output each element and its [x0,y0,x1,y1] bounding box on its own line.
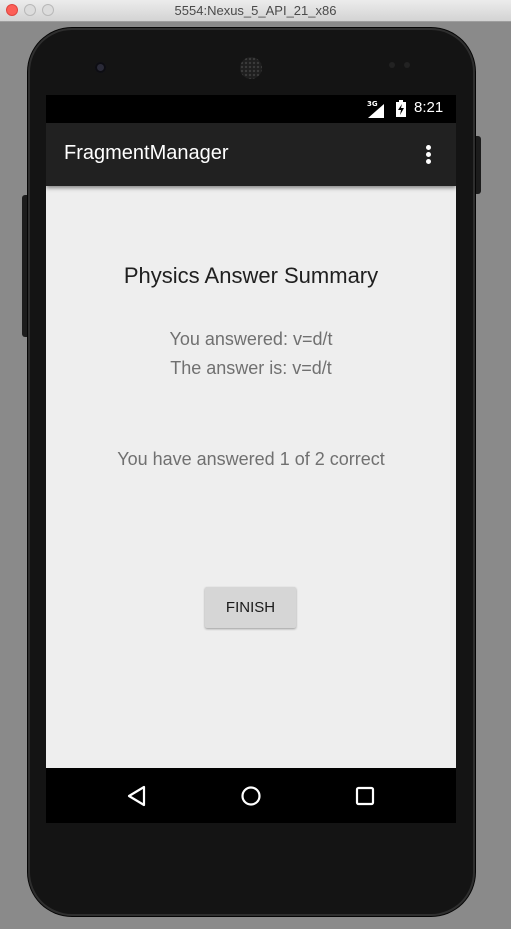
app-title: FragmentManager [64,142,229,164]
more-vert-icon[interactable] [420,144,438,166]
status-time: 8:21 [414,99,444,116]
navigation-bar [46,768,456,823]
status-bar: 3G 8:21 [46,95,456,123]
power-button[interactable] [474,136,481,194]
summary-title: Physics Answer Summary [123,263,379,288]
window-title: 5554:Nexus_5_API_21_x86 [174,3,337,18]
device-screen: 3G 8:21 FragmentManager Physics Answer S… [46,95,456,823]
recents-icon[interactable] [354,785,376,807]
score-text: You have answered 1 of 2 correct [117,449,385,469]
finish-button[interactable]: FINISH [205,587,296,628]
cell-signal-icon: 3G [366,100,388,118]
battery-charging-icon [396,100,406,117]
correct-answer-text: The answer is: v=d/t [170,358,332,378]
home-icon[interactable] [240,785,262,807]
back-icon[interactable] [126,785,148,807]
proximity-sensor-icon [389,62,395,68]
earpiece-speaker-icon [240,57,262,79]
light-sensor-icon [404,62,410,68]
answer-summary-panel: Physics Answer Summary You answered: v=d… [46,186,456,768]
app-bar: FragmentManager [46,123,456,186]
front-camera-icon [95,62,106,73]
window-titlebar: 5554:Nexus_5_API_21_x86 [0,0,511,22]
you-answered-text: You answered: v=d/t [169,329,333,349]
